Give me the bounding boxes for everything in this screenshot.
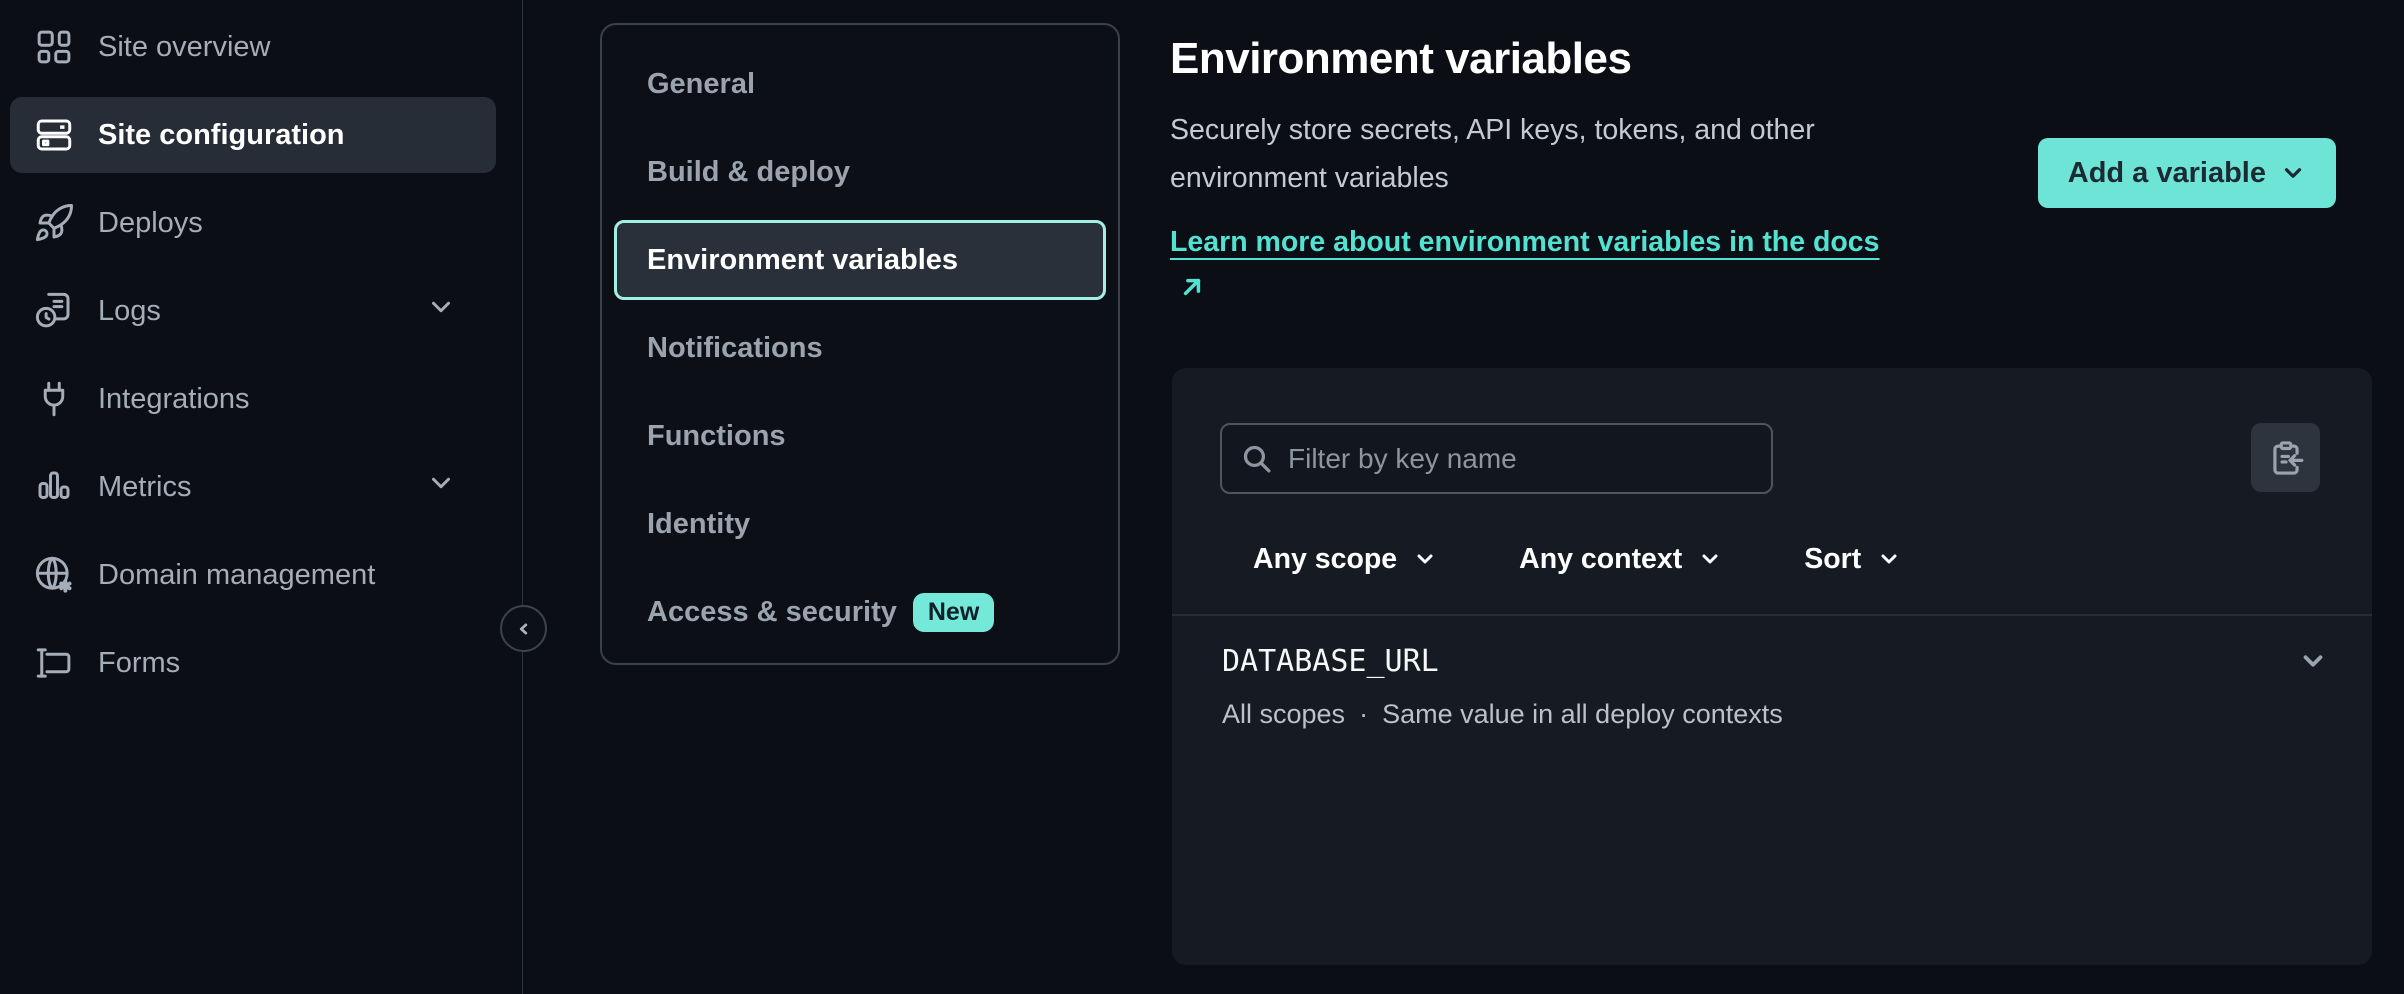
docs-link-label: Learn more about environment variables i… [1170,226,1880,258]
settings-nav-card: General Build & deploy Environment varia… [600,23,1120,665]
filter-row [1172,368,2372,494]
arrow-up-right-icon [1170,274,1206,306]
chevron-down-icon [426,468,456,506]
nav-item-label: General [647,68,755,101]
sidebar-item-forms[interactable]: Forms [10,619,496,707]
settings-nav-build-deploy[interactable]: Build & deploy [614,132,1106,212]
nav-item-label: Access & security [647,596,897,629]
sidebar-item-deploys[interactable]: Deploys [10,179,496,267]
scope-filter-dropdown[interactable]: Any scope [1253,543,1437,576]
sidebar-item-label: Domain management [98,559,375,592]
sidebar-item-site-overview[interactable]: Site overview [10,3,496,91]
import-variables-button[interactable] [2251,423,2320,492]
settings-nav-functions[interactable]: Functions [614,396,1106,476]
scope-filter-label: Any scope [1253,543,1397,576]
sort-label: Sort [1804,543,1861,576]
settings-nav-notifications[interactable]: Notifications [614,308,1106,388]
chevron-down-icon [1413,547,1437,571]
sidebar-item-metrics[interactable]: Metrics [10,443,496,531]
expand-variable-button[interactable] [2298,646,2328,676]
variable-row[interactable]: DATABASE_URL All scopes · Same value in … [1172,616,2372,730]
chevron-down-icon [1698,547,1722,571]
chevron-down-icon [1877,547,1901,571]
form-input-icon [32,641,76,685]
variable-meta: All scopes · Same value in all deploy co… [1222,699,2322,730]
chevron-left-icon [513,618,535,640]
variables-list: DATABASE_URL All scopes · Same value in … [1172,614,2372,730]
search-icon [1240,442,1273,480]
server-icon [32,113,76,157]
main-content: Environment variables Securely store sec… [1170,0,2372,994]
logs-icon [32,289,76,333]
nav-item-label: Notifications [647,332,823,365]
variable-key: DATABASE_URL [1222,644,2322,679]
settings-nav-environment-variables[interactable]: Environment variables [614,220,1106,300]
globe-icon [32,553,76,597]
page-description: Securely store secrets, API keys, tokens… [1170,106,1940,202]
add-variable-button[interactable]: Add a variable [2038,138,2336,208]
sidebar-item-label: Site configuration [98,119,345,152]
chevron-down-icon [2298,646,2328,676]
bar-chart-icon [32,465,76,509]
context-filter-label: Any context [1519,543,1682,576]
nav-item-label: Identity [647,508,750,541]
nav-item-label: Environment variables [647,244,958,277]
chevron-down-icon [2280,160,2306,186]
filters-row: Any scope Any context Sort [1172,529,2372,589]
settings-nav-general[interactable]: General [614,44,1106,124]
sidebar-item-label: Metrics [98,471,191,504]
clipboard-import-icon [2267,439,2305,477]
filter-key-input[interactable] [1220,423,1773,494]
add-variable-label: Add a variable [2068,157,2266,190]
page-title: Environment variables [1170,34,2372,84]
environment-variables-panel: Any scope Any context Sort DATABASE_URL … [1172,368,2372,965]
nav-item-label: Functions [647,420,786,453]
dashboard-icon [32,25,76,69]
sidebar-item-label: Site overview [98,31,270,64]
settings-nav-identity[interactable]: Identity [614,484,1106,564]
site-sidebar: Site overview Site configuration Deploys… [0,0,523,994]
rocket-icon [32,201,76,245]
sidebar-item-label: Deploys [98,207,203,240]
settings-nav-access-security[interactable]: Access & security New [614,572,1106,652]
collapse-sidebar-button[interactable] [500,605,547,652]
meta-separator: · [1359,699,1368,730]
new-badge: New [913,593,994,632]
sidebar-item-label: Integrations [98,383,250,416]
sort-dropdown[interactable]: Sort [1804,543,1901,576]
variable-context: Same value in all deploy contexts [1382,699,1783,730]
plug-icon [32,377,76,421]
variable-scope: All scopes [1222,699,1345,730]
sidebar-item-label: Forms [98,647,180,680]
sidebar-item-label: Logs [98,295,161,328]
docs-link[interactable]: Learn more about environment variables i… [1170,218,1915,314]
nav-item-label: Build & deploy [647,156,850,189]
sidebar-item-domain-management[interactable]: Domain management [10,531,496,619]
sidebar-item-site-configuration[interactable]: Site configuration [10,97,496,173]
sidebar-item-logs[interactable]: Logs [10,267,496,355]
context-filter-dropdown[interactable]: Any context [1519,543,1722,576]
sidebar-item-integrations[interactable]: Integrations [10,355,496,443]
chevron-down-icon [426,292,456,330]
